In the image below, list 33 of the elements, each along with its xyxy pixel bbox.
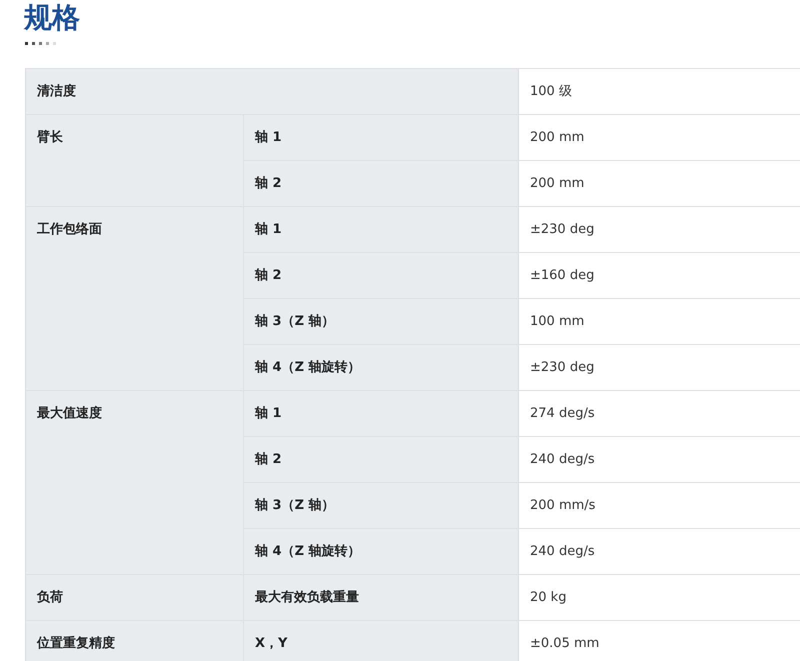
spec-value: 240 deg/s <box>518 528 800 574</box>
spec-value: 274 deg/s <box>518 390 800 436</box>
spec-value: ±160 deg <box>518 252 800 298</box>
spec-value: 100 级 <box>518 68 800 114</box>
spec-label: 最大值速度 <box>26 390 244 574</box>
spec-value: ±230 deg <box>518 206 800 252</box>
dots-decoration <box>25 42 59 46</box>
spec-item: 轴 2 <box>244 252 518 298</box>
spec-item: 轴 1 <box>244 390 518 436</box>
spec-item: 轴 2 <box>244 436 518 482</box>
spec-item: 轴 1 <box>244 206 518 252</box>
spec-value: 240 deg/s <box>518 436 800 482</box>
spec-value: 200 mm <box>518 160 800 206</box>
spec-value: ±230 deg <box>518 344 800 390</box>
spec-item: 轴 4（Z 轴旋转） <box>244 528 518 574</box>
spec-value: 200 mm/s <box>518 482 800 528</box>
spec-label: 臂长 <box>26 114 244 206</box>
spec-item: 轴 3（Z 轴） <box>244 298 518 344</box>
spec-item: 轴 2 <box>244 160 518 206</box>
spec-item: 轴 4（Z 轴旋转） <box>244 344 518 390</box>
spec-label: 负荷 <box>26 574 244 620</box>
spec-label: 清洁度 <box>26 68 518 114</box>
spec-item: X，Y <box>244 620 518 661</box>
spec-label: 工作包络面 <box>26 206 244 390</box>
spec-value: 200 mm <box>518 114 800 160</box>
section-title: 规格 <box>22 0 81 36</box>
spec-item: 轴 3（Z 轴） <box>244 482 518 528</box>
spec-item: 最大有效负载重量 <box>244 574 518 620</box>
spec-label: 位置重复精度 <box>26 620 244 661</box>
spec-value: 20 kg <box>518 574 800 620</box>
spec-value: 100 mm <box>518 298 800 344</box>
spec-item: 轴 1 <box>244 114 518 160</box>
spec-value: ±0.05 mm <box>518 620 800 661</box>
